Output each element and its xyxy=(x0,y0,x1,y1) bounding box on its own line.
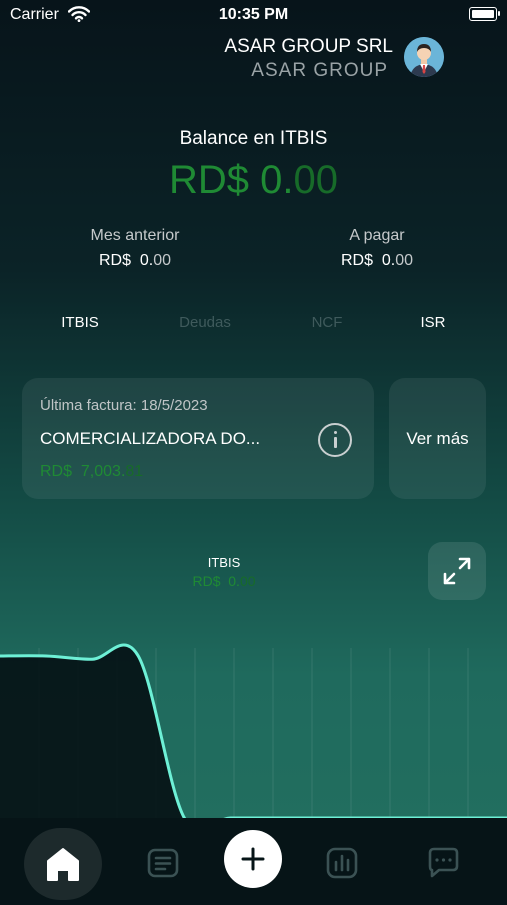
balance-label: Balance en ITBIS xyxy=(179,128,328,149)
payable-int: 0. xyxy=(381,252,396,269)
company-name[interactable]: ASAR GROUP SRL xyxy=(224,36,393,58)
info-icon[interactable] xyxy=(318,423,352,457)
status-bar: Carrier 10:35 PM xyxy=(0,0,507,32)
itbis-area-chart xyxy=(0,643,507,818)
balance-currency: RD$ xyxy=(168,158,250,202)
last-invoice-date: Última factura: 18/5/2023 xyxy=(40,397,208,414)
balance-int: 0. xyxy=(260,158,294,202)
chart-dec: 00 xyxy=(239,573,256,589)
previous-month-currency: RD$ xyxy=(98,252,131,269)
battery-icon xyxy=(469,7,500,21)
payable-currency: RD$ xyxy=(340,252,373,269)
last-invoice-currency: RD$ xyxy=(40,463,73,480)
chart-currency: RD$ xyxy=(192,573,221,589)
previous-month-summary: Mes anterior RD$ 0.00 xyxy=(45,227,225,270)
tab-ncf[interactable]: NCF xyxy=(277,314,377,331)
nav-home-button[interactable] xyxy=(24,828,102,900)
tab-bar: ITBIS Deudas NCF ISR xyxy=(0,314,507,334)
company-subtitle: ASAR GROUP xyxy=(251,60,388,81)
add-button[interactable] xyxy=(224,830,282,888)
chart-area-fill xyxy=(0,645,507,818)
home-icon xyxy=(47,848,79,881)
bar-chart-icon[interactable] xyxy=(325,846,359,880)
previous-month-int: 0. xyxy=(139,252,154,269)
expand-icon xyxy=(443,557,471,585)
last-invoice-card[interactable]: Última factura: 18/5/2023 COMERCIALIZADO… xyxy=(22,378,374,499)
tab-deudas[interactable]: Deudas xyxy=(155,314,255,331)
last-invoice-int: 7,003. xyxy=(80,463,126,480)
payable-summary: A pagar RD$ 0.00 xyxy=(287,227,467,270)
see-more-button[interactable]: Ver más xyxy=(389,378,486,499)
last-invoice-dec: 81 xyxy=(125,463,144,480)
document-list-icon[interactable] xyxy=(146,846,180,880)
payable-dec: 00 xyxy=(395,252,414,269)
tab-isr[interactable]: ISR xyxy=(383,314,483,331)
expand-chart-button[interactable] xyxy=(428,542,486,600)
bottom-nav xyxy=(0,818,507,900)
user-avatar-icon xyxy=(404,37,444,77)
chart-label: ITBIS xyxy=(207,555,241,570)
clock: 10:35 PM xyxy=(218,6,289,23)
plus-icon xyxy=(241,847,265,871)
chart-int: 0. xyxy=(228,573,240,589)
tab-itbis[interactable]: ITBIS xyxy=(30,314,130,331)
last-invoice-amount: RD$ 7,003.81 xyxy=(40,463,143,481)
avatar[interactable] xyxy=(404,37,444,77)
balance-dec: 00 xyxy=(293,158,339,202)
payable-value: RD$ 0.00 xyxy=(287,252,467,270)
previous-month-value: RD$ 0.00 xyxy=(45,252,225,270)
payable-label: A pagar xyxy=(349,227,405,244)
chart-value: RD$ 0.00 xyxy=(0,573,448,589)
last-invoice-name: COMERCIALIZADORA DO... xyxy=(40,429,261,448)
previous-month-label: Mes anterior xyxy=(90,227,180,244)
previous-month-dec: 00 xyxy=(153,252,172,269)
chat-icon[interactable] xyxy=(426,846,460,880)
balance-value: RD$ 0.00 xyxy=(0,158,507,203)
